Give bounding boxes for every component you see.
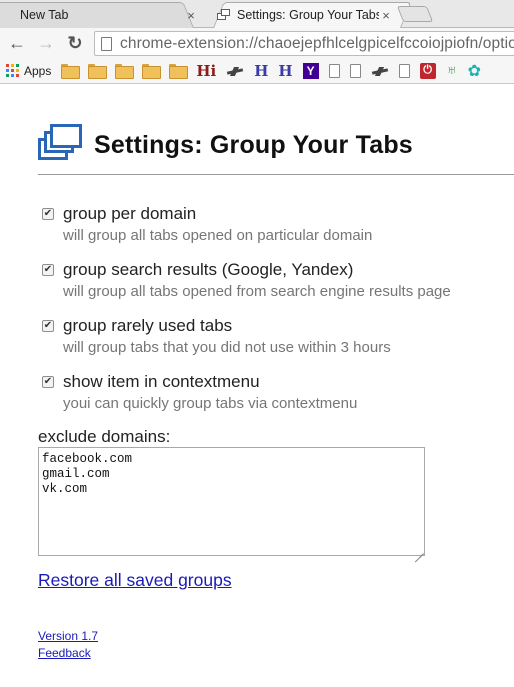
page-icon [398,63,410,78]
feedback-link[interactable]: Feedback [38,646,91,660]
exclude-domains-textarea[interactable]: facebook.com gmail.com vk.com [38,447,425,556]
folder-icon [115,64,135,79]
bookmark-item[interactable] [226,61,244,81]
exclude-domains-label: exclude domains: [38,427,171,446]
tab-title: Settings: Group Your Tabs [237,8,379,22]
page-icon [328,63,340,78]
bookmark-item[interactable] [398,61,410,81]
checkbox[interactable]: ✔ [42,320,54,332]
bookmark-item[interactable]: ♅ [446,61,458,81]
page-icon [349,63,361,78]
divider [38,174,514,175]
hi-logo-icon: Hi [196,61,217,80]
bookmark-item[interactable] [349,61,361,81]
bookmark-item[interactable]: ✿ [468,61,481,81]
back-icon[interactable]: ← [6,32,28,54]
bookmark-item[interactable] [328,61,340,81]
option-description: will group all tabs opened on particular… [63,227,373,244]
page-header: Settings: Group Your Tabs [38,119,413,171]
option-label: group search results (Google, Yandex) [63,260,354,279]
option-label: group per domain [63,204,197,223]
version-link[interactable]: Version 1.7 [38,629,98,643]
bookmark-item[interactable]: ⏻ [419,61,436,81]
group-tabs-logo-icon [38,122,84,166]
page-icon [101,36,112,51]
address-bar[interactable]: chrome-extension://chaoejepfhlcelgpicelf… [94,31,514,56]
option-description: will group all tabs opened from search e… [63,283,451,300]
folder-icon [61,64,81,79]
bookmark-item[interactable]: Hi [196,61,216,81]
options-page: Settings: Group Your Tabs ✔ group per do… [0,85,514,687]
bookmark-folder[interactable] [142,61,162,81]
bookmark-item[interactable] [371,61,389,81]
option-label: group rarely used tabs [63,316,233,335]
tab-settings[interactable]: Settings: Group Your Tabs × [205,2,412,28]
bookmark-item[interactable]: H [278,61,292,81]
restore-groups-link[interactable]: Restore all saved groups [38,570,232,591]
bookmark-folder[interactable] [115,61,135,81]
bookmark-folder[interactable] [88,61,108,81]
green-logo-icon: ♅ [445,61,458,79]
bookmark-item[interactable]: Y [302,61,319,81]
option-description: youi can quickly group tabs via contextm… [63,395,358,412]
apps-shortcut[interactable]: Apps [6,61,51,81]
browser-toolbar: ← → ↻ chrome-extension://chaoejepfhlcelg… [0,28,514,58]
option-label: show item in contextmenu [63,372,260,391]
bookmark-folder[interactable] [61,61,81,81]
bookmarks-bar: Apps Hi H H Y ⏻ ♅ ✿ [0,58,514,84]
reload-icon[interactable]: ↻ [64,32,86,54]
apps-label: Apps [24,63,52,78]
bookmark-item[interactable]: H [254,61,268,81]
page-title: Settings: Group Your Tabs [94,130,413,159]
folder-icon [169,64,189,79]
new-tab-button[interactable] [396,6,434,22]
group-tabs-favicon-icon [217,9,231,21]
checkbox[interactable]: ✔ [42,208,54,220]
close-icon[interactable]: × [184,8,198,23]
h-logo-icon: H [254,61,269,80]
bird-icon [371,65,389,77]
close-icon[interactable]: × [379,8,393,23]
tab-new-tab[interactable]: New Tab × [0,2,206,28]
tab-title: New Tab [20,8,69,22]
folder-icon [142,64,162,79]
url-text: chrome-extension://chaoejepfhlcelgpicelf… [120,34,514,52]
option-description: will group tabs that you did not use wit… [63,339,391,356]
forward-icon[interactable]: → [35,32,57,54]
bookmark-folder[interactable] [169,61,189,81]
folder-icon [88,64,108,79]
resize-grip-icon[interactable] [414,544,424,554]
power-icon: ⏻ [419,62,436,79]
apps-grid-icon [6,64,19,77]
bird-icon [226,65,244,77]
checkbox[interactable]: ✔ [42,264,54,276]
teal-logo-icon: ✿ [467,62,482,80]
tab-strip: New Tab × Settings: Group Your Tabs × [0,0,514,28]
y-logo-icon: Y [302,62,319,79]
h-logo-icon: H [278,61,293,80]
checkbox[interactable]: ✔ [42,376,54,388]
